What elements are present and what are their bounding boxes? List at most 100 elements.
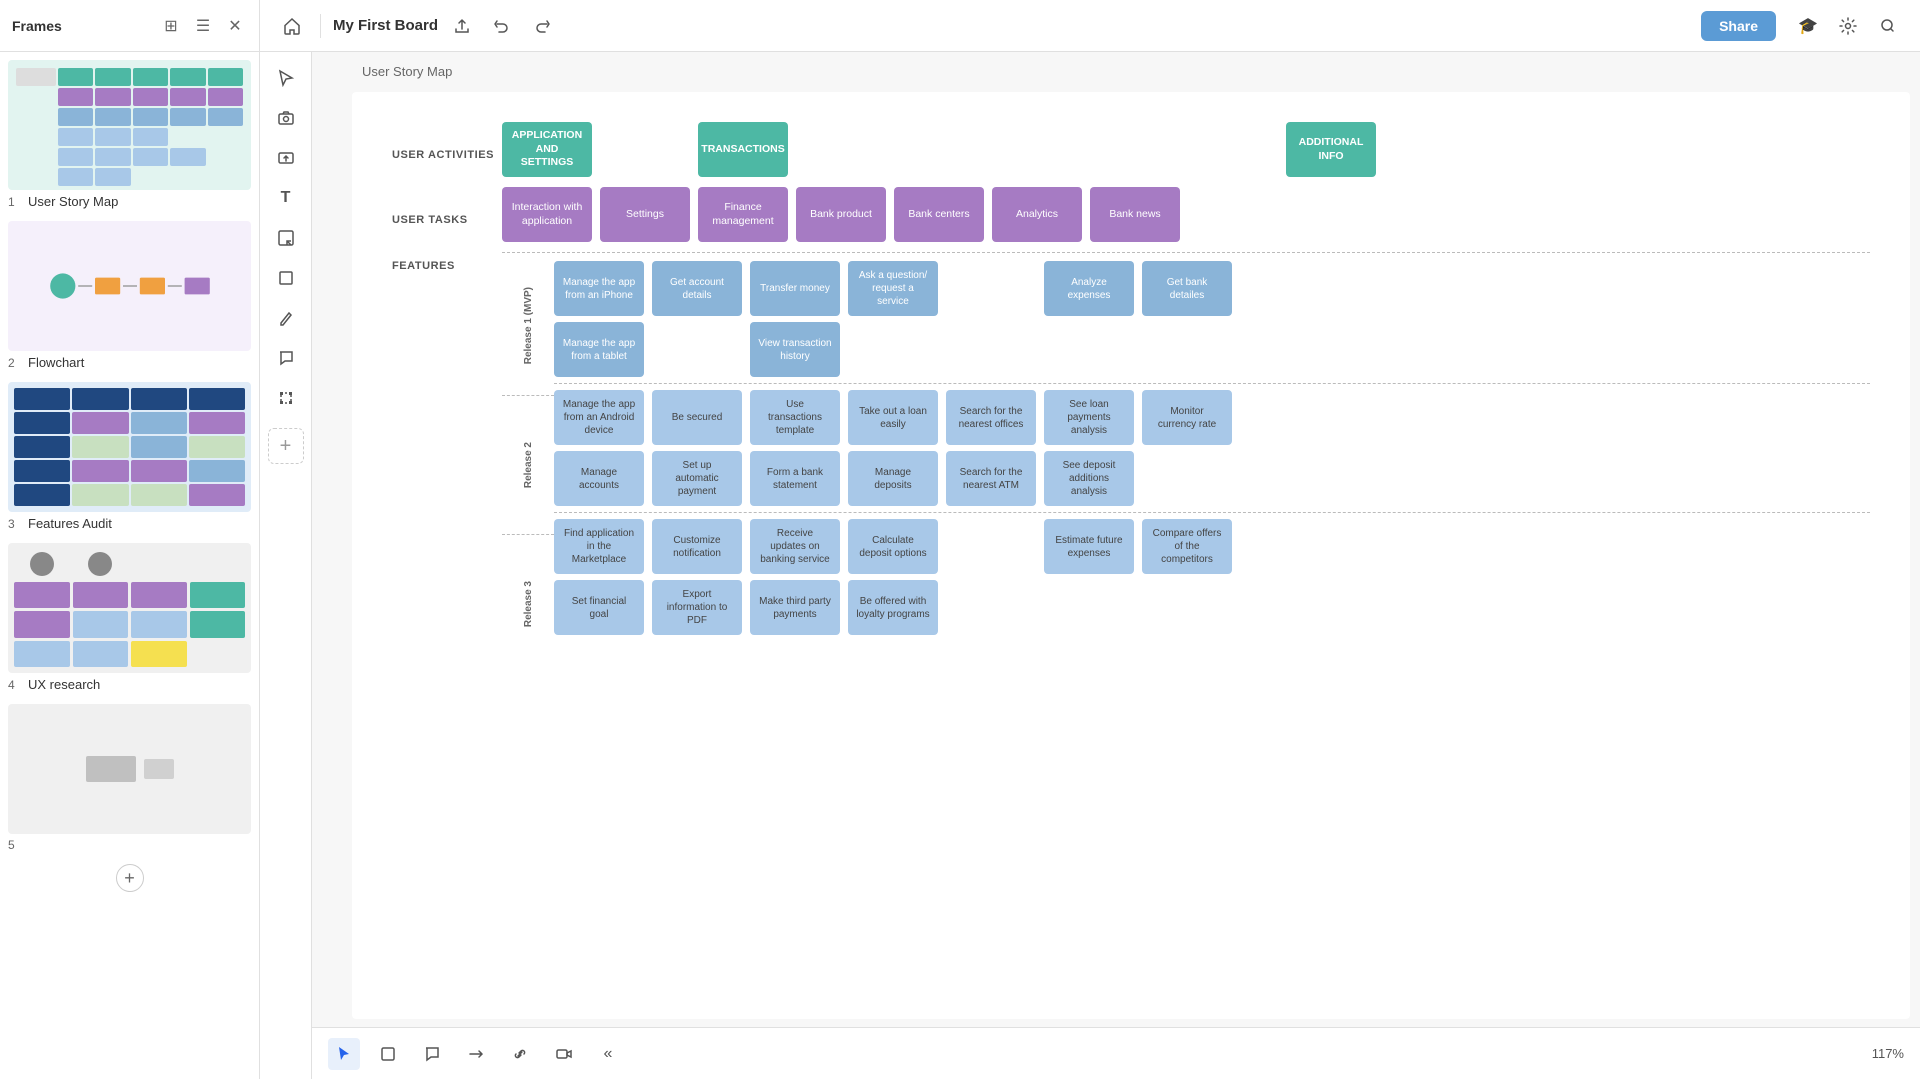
feature-loan-analysis[interactable]: See loan payments analysis <box>1044 390 1134 445</box>
feature-account-details[interactable]: Get account details <box>652 261 742 316</box>
rectangle-tool[interactable] <box>268 260 304 296</box>
home-button[interactable] <box>276 10 308 42</box>
feature-future-expenses[interactable]: Estimate future expenses <box>1044 519 1134 574</box>
share-button[interactable]: Share <box>1701 11 1776 41</box>
features-content: Release 1 (MVP) Release 2 <box>502 261 1870 669</box>
feature-auto-payment[interactable]: Set up automatic payment <box>652 451 742 506</box>
frame-item-5[interactable]: 5 <box>8 704 251 852</box>
feature-compare-offers[interactable]: Compare offers of the competitors <box>1142 519 1232 574</box>
feature-third-party[interactable]: Make third party payments <box>750 580 840 635</box>
feature-deposit-analysis[interactable]: See deposit additions analysis <box>1044 451 1134 506</box>
add-frame-button[interactable]: + <box>116 864 144 892</box>
feature-currency-rate[interactable]: Monitor currency rate <box>1142 390 1232 445</box>
select-tool-bottom[interactable] <box>328 1038 360 1070</box>
frame-name-1: User Story Map <box>28 194 118 209</box>
cursor-tool[interactable] <box>268 60 304 96</box>
add-tool[interactable]: + <box>268 428 304 464</box>
activities-label: USER ACTIVITIES <box>392 122 502 187</box>
features-row: FEATURES Release 1 (MVP) <box>392 252 1870 669</box>
top-toolbar: My First Board Share 🎓 <box>260 0 1920 52</box>
frames-list: 1 User Story Map <box>0 52 259 1079</box>
sticky-tool-bottom[interactable] <box>372 1038 404 1070</box>
activity-card-transactions[interactable]: TRANSACTIONS <box>698 122 788 177</box>
feature-marketplace[interactable]: Find application in the Marketplace <box>554 519 644 574</box>
settings-icon[interactable] <box>1832 10 1864 42</box>
frame-item-1[interactable]: 1 User Story Map <box>8 60 251 209</box>
feature-export-pdf[interactable]: Export information to PDF <box>652 580 742 635</box>
feature-nearest-atm[interactable]: Search for the nearest ATM <box>946 451 1036 506</box>
feature-iphone[interactable]: Manage the app from an iPhone <box>554 261 644 316</box>
feature-transaction-template[interactable]: Use transactions template <box>750 390 840 445</box>
feature-deposit-calc[interactable]: Calculate deposit options <box>848 519 938 574</box>
features-label: FEATURES <box>392 252 502 669</box>
frame-item-2[interactable]: 2 Flowchart <box>8 221 251 370</box>
feature-loan[interactable]: Take out a loan easily <box>848 390 938 445</box>
release1-row2: Manage the app from a tablet View transa… <box>554 322 1870 377</box>
feature-bank-details[interactable]: Get bank detailes <box>1142 261 1232 316</box>
frame-item-3[interactable]: 3 Features Audit <box>8 382 251 531</box>
transform-tool[interactable] <box>268 380 304 416</box>
frame-thumb-4 <box>8 543 251 673</box>
release2-label-cell: Release 2 <box>502 400 554 530</box>
tasks-cells: Interaction with application Settings Fi… <box>502 187 1870 252</box>
task-card-banknews[interactable]: Bank news <box>1090 187 1180 242</box>
task-card-finance[interactable]: Finance management <box>698 187 788 242</box>
feature-customize-notif[interactable]: Customize notification <box>652 519 742 574</box>
feature-tablet[interactable]: Manage the app from a tablet <box>554 322 644 377</box>
activity-card-app[interactable]: APPLICATION AND SETTINGS <box>502 122 592 177</box>
task-card-settings[interactable]: Settings <box>600 187 690 242</box>
task-card-bankproduct[interactable]: Bank product <box>796 187 886 242</box>
close-panel-icon[interactable]: ✕ <box>223 14 247 38</box>
features-separator-top <box>502 252 1870 253</box>
sticky-note-tool[interactable] <box>268 220 304 256</box>
frame-label-row-1: 1 User Story Map <box>8 194 251 209</box>
task-card-interaction[interactable]: Interaction with application <box>502 187 592 242</box>
grid-view-icon[interactable]: ⊞ <box>159 14 183 38</box>
feature-view-transactions[interactable]: View transaction history <box>750 322 840 377</box>
feature-financial-goal[interactable]: Set financial goal <box>554 580 644 635</box>
activity-card-additional[interactable]: ADDITIONAL INFO <box>1286 122 1376 177</box>
hat-icon[interactable]: 🎓 <box>1792 10 1824 42</box>
feature-ask-question[interactable]: Ask a question/ request a service <box>848 261 938 316</box>
redo-button[interactable] <box>526 10 558 42</box>
frame-name-3: Features Audit <box>28 516 112 531</box>
release3-row2: Set financial goal Export information to… <box>554 580 1870 635</box>
upload-icon[interactable] <box>446 10 478 42</box>
feature-banking-updates[interactable]: Receive updates on banking service <box>750 519 840 574</box>
camera-tool[interactable] <box>268 100 304 136</box>
task-card-bankcenters[interactable]: Bank centers <box>894 187 984 242</box>
frame-label-row-3: 3 Features Audit <box>8 516 251 531</box>
more-tools[interactable]: « <box>592 1038 624 1070</box>
canvas-area[interactable]: User Story Map USER ACTIVITIES APPLICATI… <box>312 52 1920 1079</box>
feature-nearest-offices[interactable]: Search for the nearest offices <box>946 390 1036 445</box>
release2-label: Release 2 <box>523 442 534 488</box>
feature-transfer[interactable]: Transfer money <box>750 261 840 316</box>
comment-tool-bottom[interactable] <box>416 1038 448 1070</box>
feature-manage-accounts[interactable]: Manage accounts <box>554 451 644 506</box>
text-tool[interactable]: T <box>268 180 304 216</box>
frame-item-4[interactable]: 4 UX research <box>8 543 251 692</box>
link-tool-bottom[interactable] <box>504 1038 536 1070</box>
features-cells: Release 1 (MVP) Release 2 <box>502 252 1870 669</box>
feature-bank-statement[interactable]: Form a bank statement <box>750 451 840 506</box>
feature-secured[interactable]: Be secured <box>652 390 742 445</box>
search-icon[interactable] <box>1872 10 1904 42</box>
feature-analyze[interactable]: Analyze expenses <box>1044 261 1134 316</box>
frame-label-row-2: 2 Flowchart <box>8 355 251 370</box>
image-upload-tool[interactable] <box>268 140 304 176</box>
breadcrumb: User Story Map <box>362 64 452 79</box>
frame-number-4: 4 <box>8 678 22 692</box>
activities-row: USER ACTIVITIES APPLICATION AND SETTINGS… <box>392 122 1870 187</box>
menu-icon[interactable]: ☰ <box>191 14 215 38</box>
comment-tool[interactable] <box>268 340 304 376</box>
frame-name-2: Flowchart <box>28 355 84 370</box>
frame-label-row-5: 5 <box>8 838 251 852</box>
feature-loyalty[interactable]: Be offered with loyalty programs <box>848 580 938 635</box>
undo-button[interactable] <box>486 10 518 42</box>
arrow-tool-bottom[interactable] <box>460 1038 492 1070</box>
pen-tool[interactable] <box>268 300 304 336</box>
video-tool-bottom[interactable] <box>548 1038 580 1070</box>
task-card-analytics[interactable]: Analytics <box>992 187 1082 242</box>
feature-android[interactable]: Manage the app from an Android device <box>554 390 644 445</box>
feature-deposits[interactable]: Manage deposits <box>848 451 938 506</box>
